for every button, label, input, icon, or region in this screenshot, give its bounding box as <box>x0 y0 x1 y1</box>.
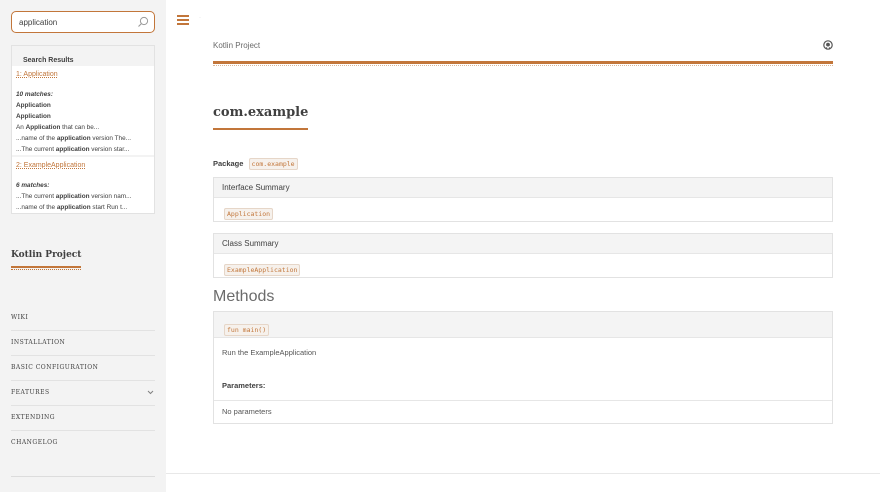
match-count: 10 matches: <box>16 91 53 98</box>
params-value: No parameters <box>222 407 272 416</box>
header-rule <box>213 61 833 66</box>
search-icon[interactable] <box>137 16 149 28</box>
sidebar-item-changelog[interactable]: CHANGELOG <box>11 431 155 456</box>
method-signature-row: fun main() <box>214 312 832 338</box>
search-result-matches: 6 matches: ...The current application ve… <box>12 173 154 213</box>
divider <box>214 400 832 401</box>
table-row: ExampleApplication <box>214 254 832 277</box>
match-count: 6 matches: <box>16 182 50 189</box>
match-line: ...name of the application start Run t..… <box>16 204 128 211</box>
interface-summary-table: Interface Summary Application <box>213 177 833 222</box>
match-line: Application <box>16 102 51 109</box>
search-results-panel: Search Results 1: Application 10 matches… <box>11 45 155 214</box>
sidebar-item-features[interactable]: FEATURES <box>11 381 155 406</box>
match-line: An Application that can be... <box>16 124 100 131</box>
sidebar-item-basic-configuration[interactable]: BASIC CONFIGURATION <box>11 356 155 381</box>
class-summary-header: Class Summary <box>214 234 832 254</box>
page-title: com.example <box>213 105 309 120</box>
match-line: Application <box>16 113 51 120</box>
page-header-title: Kotlin Project <box>213 41 261 50</box>
method-signature[interactable]: fun main() <box>224 324 270 336</box>
class-summary-table: Class Summary ExampleApplication <box>213 233 833 278</box>
params-label: Parameters: <box>222 381 266 390</box>
search-input[interactable] <box>12 12 132 33</box>
method-description: Run the ExampleApplication <box>222 348 317 357</box>
title-underline <box>213 128 308 130</box>
sidebar-item-extending[interactable]: EXTENDING <box>11 406 155 431</box>
sidebar-item-wiki[interactable]: WIKI <box>11 306 155 331</box>
search-result-matches: 10 matches: Application Application An A… <box>12 82 154 155</box>
sidebar-nav: WIKI INSTALLATION BASIC CONFIGURATION FE… <box>11 306 155 456</box>
package-name-code: com.example <box>248 158 298 170</box>
sidebar-project-title[interactable]: Kotlin Project <box>11 250 81 260</box>
search-result-link[interactable]: 2: ExampleApplication <box>12 157 154 173</box>
table-row: Application <box>214 198 832 221</box>
match-line: ...The current application version nam..… <box>16 193 132 200</box>
match-line: ...name of the application version The..… <box>16 135 131 142</box>
search-results-header: Search Results <box>12 46 154 66</box>
match-line: ...The current application version star.… <box>16 146 130 153</box>
sidebar: Search Results 1: Application 10 matches… <box>0 0 166 492</box>
search-box[interactable] <box>11 11 155 33</box>
package-label: Package <box>213 159 244 168</box>
chevron-down-icon[interactable] <box>147 389 154 396</box>
class-link[interactable]: ExampleApplication <box>224 264 301 276</box>
sidebar-item-installation[interactable]: INSTALLATION <box>11 331 155 356</box>
package-line: Package com.example <box>213 158 298 170</box>
method-card: fun main() Run the ExampleApplication Pa… <box>213 311 833 424</box>
menu-icon[interactable] <box>177 15 189 26</box>
github-icon[interactable] <box>823 40 833 50</box>
interface-summary-header: Interface Summary <box>214 178 832 198</box>
search-result-link[interactable]: 1: Application <box>12 66 154 82</box>
title-underline <box>11 266 81 270</box>
methods-heading: Methods <box>213 288 275 305</box>
interface-link[interactable]: Application <box>224 208 274 220</box>
divider <box>11 476 155 477</box>
breadcrumb: · <box>199 15 201 21</box>
footer-divider <box>166 473 880 474</box>
